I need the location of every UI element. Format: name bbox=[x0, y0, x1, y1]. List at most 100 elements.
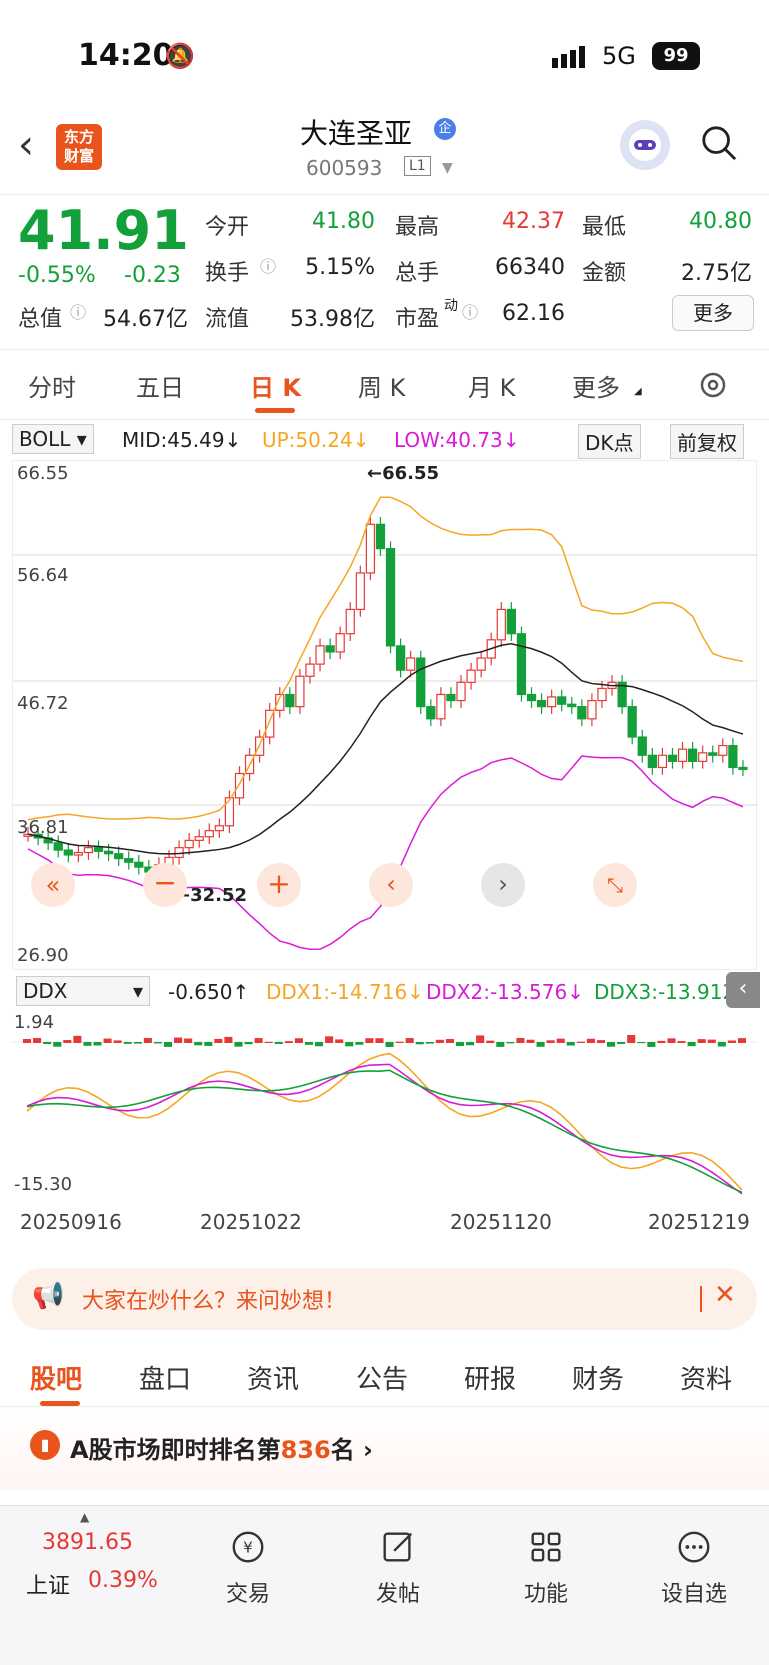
dropdown-caret-icon[interactable]: ▼ bbox=[442, 160, 453, 176]
tab-more[interactable]: 更多 bbox=[572, 368, 620, 403]
info-icon[interactable]: ⓘ bbox=[260, 253, 276, 277]
more-button[interactable]: 更多 bbox=[672, 295, 754, 331]
ddx-select[interactable]: DDX ▾ bbox=[16, 976, 150, 1006]
index-change[interactable]: 0.39% bbox=[88, 1568, 158, 1593]
ddx-bar bbox=[737, 1038, 746, 1043]
pe-label: 市盈 bbox=[395, 307, 440, 332]
assistant-avatar-icon[interactable] bbox=[620, 120, 670, 170]
app-logo[interactable]: 东方财富 bbox=[56, 124, 102, 170]
zoom-in-icon[interactable]: + bbox=[257, 863, 301, 907]
level-badge[interactable]: L1 bbox=[404, 156, 431, 176]
ddx-bar bbox=[476, 1035, 485, 1043]
functions-button[interactable]: 功能 bbox=[496, 1528, 596, 1608]
tab-finance[interactable]: 财务 bbox=[572, 1359, 624, 1396]
tab-profile[interactable]: 资料 bbox=[680, 1359, 732, 1396]
candle-body bbox=[93, 847, 104, 852]
index-name[interactable]: 上证 bbox=[26, 1568, 70, 1600]
tab-intraday[interactable]: 分时 bbox=[28, 368, 76, 403]
add-watchlist-button[interactable]: 设自选 bbox=[644, 1528, 744, 1608]
bottom-toolbar: ▲ 3891.65 上证 0.39% ¥ 交易 发帖 功能 设自选 bbox=[0, 1505, 769, 1665]
add-watchlist-label: 设自选 bbox=[660, 1582, 727, 1607]
y-label: 26.90 bbox=[17, 945, 69, 966]
tab-five-day[interactable]: 五日 bbox=[136, 368, 184, 403]
ddx-bar bbox=[234, 1042, 243, 1047]
trade-button[interactable]: ¥ 交易 bbox=[198, 1528, 298, 1608]
candle-body bbox=[466, 669, 476, 683]
float-mv-label: 流值 bbox=[205, 307, 250, 332]
tab-monthly-k[interactable]: 月 K bbox=[468, 368, 515, 403]
candle-body bbox=[285, 693, 295, 708]
ddx-bar bbox=[536, 1042, 545, 1047]
date-label: 20251022 bbox=[200, 1210, 302, 1234]
indicator-select[interactable]: BOLL ▾ bbox=[12, 424, 94, 454]
fullscreen-icon[interactable]: ⤡ bbox=[593, 863, 637, 907]
back-icon[interactable]: ‹ bbox=[18, 122, 34, 168]
candle-body bbox=[134, 861, 144, 868]
candle-body bbox=[63, 849, 73, 856]
close-icon[interactable]: ✕ bbox=[714, 1280, 736, 1310]
low-label: 最低 bbox=[582, 215, 627, 240]
indicator-select-label: BOLL bbox=[19, 427, 71, 451]
dk-button[interactable]: DK点 bbox=[578, 424, 641, 459]
tab-pankou[interactable]: 盘口 bbox=[139, 1359, 191, 1396]
collapse-icon[interactable]: ‹ bbox=[726, 972, 760, 1008]
candle-body bbox=[597, 687, 607, 702]
ddx-select-label: DDX bbox=[23, 979, 68, 1003]
candle-body bbox=[416, 657, 426, 708]
index-value[interactable]: 3891.65 bbox=[42, 1530, 133, 1555]
ddx-bar bbox=[425, 1042, 434, 1044]
quote-panel: 41.91 -0.55% -0.23 今开 41.80 最高 42.37 最低 … bbox=[0, 195, 769, 350]
svg-text:¥: ¥ bbox=[243, 1539, 253, 1557]
tab-daily-k[interactable]: 日 K bbox=[250, 368, 301, 403]
candle-body bbox=[375, 523, 386, 550]
candle-body bbox=[647, 754, 657, 769]
ddx-bar bbox=[717, 1042, 726, 1047]
scroll-right-icon[interactable]: › bbox=[481, 863, 525, 907]
post-button[interactable]: 发帖 bbox=[348, 1528, 448, 1608]
kline-chart[interactable]: 66.55 56.64 46.72 36.81 26.90 ←66.55 ←32… bbox=[12, 460, 758, 970]
ddx-bar bbox=[385, 1042, 394, 1047]
adjust-button[interactable]: 前复权 bbox=[670, 424, 744, 459]
rank-suffix: 名 bbox=[330, 1436, 355, 1464]
signal-icon bbox=[552, 44, 592, 72]
tab-guba[interactable]: 股吧 bbox=[30, 1359, 82, 1396]
tab-news[interactable]: 资讯 bbox=[247, 1359, 299, 1396]
high-value: 42.37 bbox=[502, 209, 565, 234]
tab-research[interactable]: 研报 bbox=[464, 1359, 516, 1396]
ddx-bar bbox=[657, 1040, 666, 1043]
search-icon[interactable] bbox=[700, 124, 738, 162]
candle-body bbox=[345, 608, 355, 635]
ddx-bar bbox=[647, 1042, 656, 1047]
ddx-bar bbox=[556, 1038, 565, 1043]
info-icon[interactable]: ⓘ bbox=[70, 299, 86, 323]
ddx-bar bbox=[315, 1042, 324, 1047]
candle-body bbox=[395, 645, 406, 671]
ask-banner[interactable]: 📢 大家在炒什么？来问妙想！ ✕ bbox=[12, 1268, 757, 1330]
ddx-bar bbox=[435, 1039, 444, 1043]
amount-label: 金额 bbox=[582, 261, 627, 286]
ddx-chart[interactable]: 1.94 -15.30 bbox=[12, 1012, 757, 1202]
candle-body bbox=[547, 696, 557, 708]
change-value: -0.23 bbox=[124, 263, 181, 288]
jump-start-icon[interactable]: « bbox=[31, 863, 75, 907]
ddx-bar bbox=[566, 1042, 575, 1046]
tab-announcements[interactable]: 公告 bbox=[356, 1359, 408, 1396]
candle-body bbox=[536, 699, 547, 708]
ddx-bar bbox=[214, 1038, 223, 1043]
low-value: 40.80 bbox=[689, 209, 752, 234]
expand-up-icon[interactable]: ▲ bbox=[80, 1510, 89, 1524]
ddx-bar bbox=[274, 1042, 283, 1044]
ddx-bar bbox=[355, 1042, 364, 1045]
candle-body bbox=[53, 842, 63, 851]
zoom-out-icon[interactable]: − bbox=[143, 863, 187, 907]
candle-body bbox=[406, 657, 416, 671]
tab-weekly-k[interactable]: 周 K bbox=[358, 368, 405, 403]
market-rank[interactable]: ▮ A股市场即时排名第836名 › bbox=[0, 1410, 769, 1490]
min-price-value: 32.52 bbox=[190, 885, 248, 906]
candle-body bbox=[305, 663, 315, 677]
banner-text: 大家在炒什么？来问妙想！ bbox=[82, 1289, 347, 1314]
amount-value: 2.75亿 bbox=[681, 261, 752, 286]
candle-body bbox=[315, 645, 325, 665]
scroll-left-icon[interactable]: ‹ bbox=[369, 863, 413, 907]
settings-icon[interactable] bbox=[696, 368, 730, 402]
